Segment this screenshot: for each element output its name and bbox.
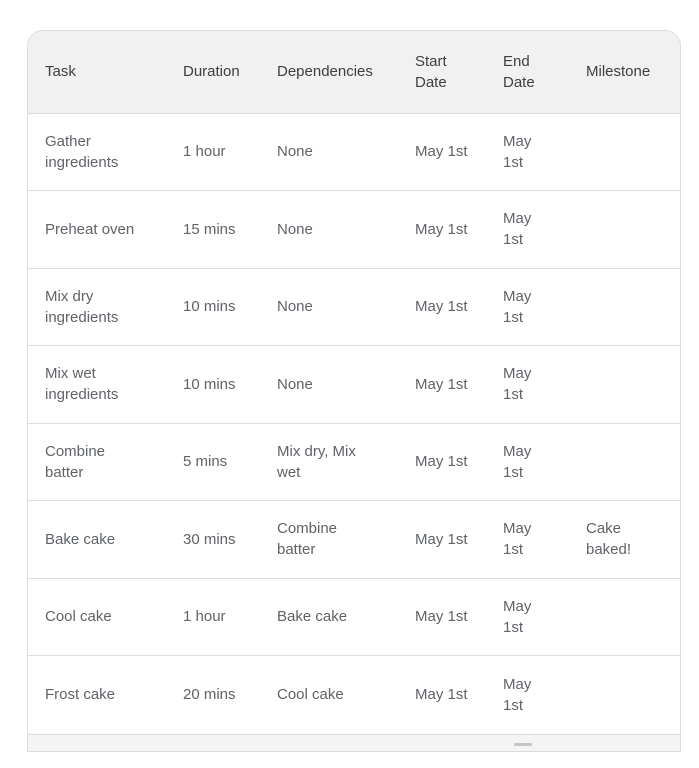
- cell-task: Frost cake: [45, 686, 116, 703]
- cell-dependencies: Bake cake: [277, 608, 348, 626]
- cell-start-date: May 1st: [415, 143, 468, 161]
- cell-dependencies: None: [277, 298, 313, 316]
- cell-dependencies: None: [277, 220, 313, 238]
- cell-dependencies: None: [277, 143, 313, 161]
- schedule-table-card: Task Duration Dependencies Start Date En…: [27, 30, 681, 752]
- cell-end-date: May 1st: [503, 132, 532, 171]
- table-row: Mix wet ingredients 10 mins None May 1st May…: [28, 345, 680, 424]
- header-task: Task: [45, 63, 76, 81]
- cell-end-date: May 1st: [503, 675, 532, 714]
- table-row: Gather ingredients 1 hour None May 1st May 1…: [28, 113, 680, 191]
- cell-end-date: May 1st: [503, 597, 532, 636]
- cell-duration: 30 mins: [183, 530, 236, 548]
- cell-end-date: May 1st: [503, 365, 532, 404]
- table-body: Gather ingredients 1 hour None May 1st May 1…: [28, 113, 680, 733]
- table-row: Frost cake 20 mins Cool cake May 1st May 1st: [28, 655, 680, 734]
- cell-milestone: [569, 113, 680, 191]
- cell-duration: 1 hour: [183, 608, 226, 626]
- cell-task: Preheat oven: [45, 220, 135, 238]
- table-row: Preheat oven 15 mins None May 1st May 1st: [28, 190, 680, 269]
- cell-end-date: May 1st: [503, 287, 532, 326]
- cell-task: Gather ingredients: [45, 132, 119, 171]
- table-header-row: Task Duration Dependencies Start Date En…: [28, 31, 680, 113]
- table-row: Combine batter 5 mins Mix dry, Mix wet May …: [28, 423, 680, 501]
- cell-milestone: [569, 656, 680, 734]
- table-row: Cool cake 1 hour Bake cake May 1st May 1st: [28, 578, 680, 656]
- cell-start-date: May 1st: [415, 453, 468, 471]
- cell-task: Mix dry ingredients: [45, 287, 119, 326]
- table-footer: [28, 734, 680, 751]
- cell-start-date: May 1st: [415, 530, 468, 548]
- drag-handle[interactable]: [514, 743, 532, 746]
- cell-task: Mix wet ingredients: [45, 365, 119, 404]
- cell-start-date: May 1st: [415, 298, 468, 316]
- cell-task: Cool cake: [45, 608, 112, 626]
- cell-task: Combine batter: [45, 442, 106, 481]
- cell-milestone: [569, 578, 680, 656]
- cell-milestone: [569, 268, 680, 346]
- cell-dependencies: Combine batter: [277, 520, 338, 559]
- cell-duration: 1 hour: [183, 143, 226, 161]
- cell-start-date: May 1st: [415, 220, 468, 238]
- cell-duration: 10 mins: [183, 375, 236, 393]
- cell-task: Bake cake: [45, 530, 116, 548]
- cell-duration: 5 mins: [183, 453, 228, 471]
- cell-start-date: May 1st: [415, 608, 468, 626]
- cell-duration: 10 mins: [183, 298, 236, 316]
- header-end-date: End Date: [503, 52, 535, 91]
- cell-start-date: May 1st: [415, 375, 468, 393]
- table-row: Mix dry ingredients 10 mins None May 1st May…: [28, 268, 680, 346]
- cell-duration: 15 mins: [183, 220, 236, 238]
- cell-end-date: May 1st: [503, 442, 532, 481]
- header-milestone: Milestone: [586, 63, 651, 81]
- cell-start-date: May 1st: [415, 686, 468, 703]
- header-duration: Duration: [183, 63, 240, 81]
- cell-end-date: May 1st: [503, 520, 532, 559]
- cell-dependencies: Mix dry, Mix wet: [277, 442, 356, 481]
- header-start-date: Start Date: [415, 52, 447, 91]
- cell-dependencies: None: [277, 375, 313, 393]
- schedule-table: Task Duration Dependencies Start Date En…: [28, 31, 680, 733]
- cell-milestone: [569, 191, 680, 269]
- cell-milestone: Cake baked!: [586, 520, 632, 559]
- cell-milestone: [569, 346, 680, 424]
- cell-milestone: [569, 423, 680, 501]
- header-dependencies: Dependencies: [277, 63, 373, 81]
- cell-dependencies: Cool cake: [277, 686, 344, 703]
- table-row: Bake cake 30 mins Combine batter May 1st May…: [28, 500, 680, 579]
- cell-end-date: May 1st: [503, 210, 532, 249]
- cell-duration: 20 mins: [183, 686, 236, 703]
